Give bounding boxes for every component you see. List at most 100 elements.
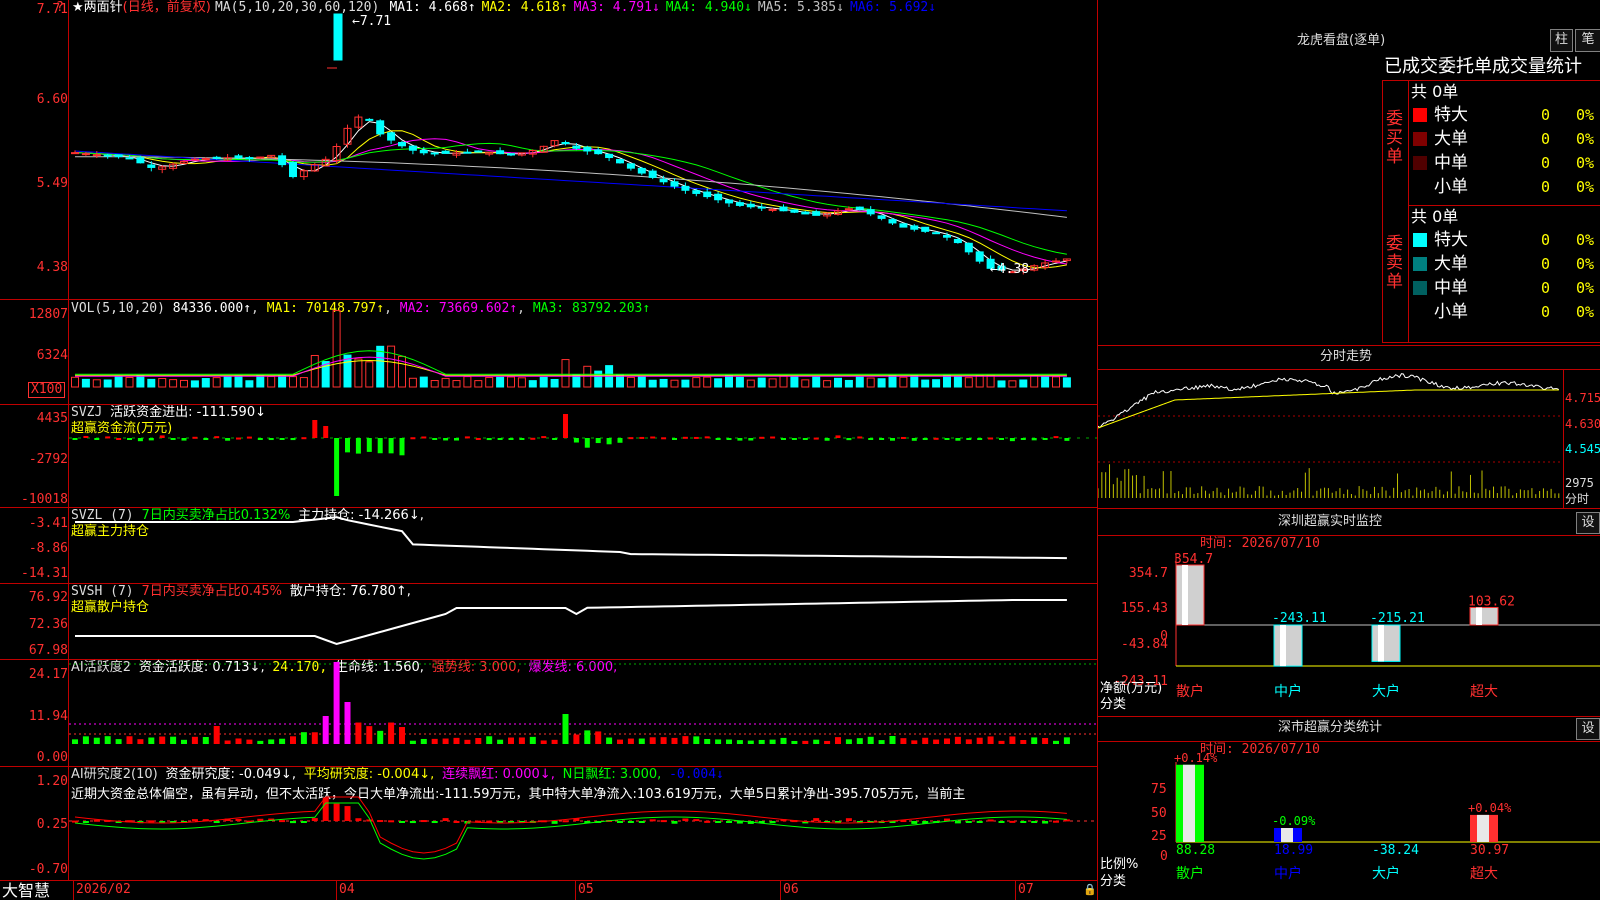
y-tick: -0.70 <box>28 862 68 877</box>
flow-bar <box>759 436 765 439</box>
classify-settings-button[interactable]: 设 <box>1576 718 1600 740</box>
research-bar <box>987 819 994 822</box>
flow-bar <box>584 438 590 448</box>
flow-bar <box>290 438 296 441</box>
buy-side-label: 委买单 <box>1386 109 1403 167</box>
y-tick: 4.38 <box>36 260 68 275</box>
monitor-bar-chart[interactable]: 354.7 散户 -243.11 中户 -215.21 大户 103.62 超大 <box>1098 536 1600 716</box>
flow-bar <box>257 438 263 440</box>
vol-unit-box[interactable]: X100 <box>28 382 66 398</box>
activity-bar <box>976 737 983 744</box>
volume-bar <box>888 375 897 388</box>
category-label: 超大 <box>1470 684 1498 700</box>
main-position-line[interactable] <box>69 508 1097 583</box>
activity-bar <box>802 740 809 744</box>
order-size-label: 特大 <box>1434 230 1468 250</box>
order-size-label: 小单 <box>1434 302 1468 322</box>
research-bar <box>148 820 155 823</box>
research-bar <box>562 820 569 823</box>
flow-bar <box>846 438 852 441</box>
research-bar <box>420 820 427 823</box>
order-size-label: 中单 <box>1434 153 1468 173</box>
volume-bars[interactable] <box>69 300 1097 404</box>
candle <box>114 154 123 158</box>
volume-bar <box>975 375 984 388</box>
volume-bar <box>943 374 951 388</box>
flow-bar <box>595 438 601 444</box>
volume-bar <box>648 379 657 388</box>
candle <box>866 209 875 215</box>
volume-bar <box>844 379 853 388</box>
volume-bar <box>528 380 537 388</box>
activity-bar <box>780 737 787 744</box>
research-bars[interactable] <box>69 767 1097 880</box>
research-bar <box>82 821 89 823</box>
flow-bar <box>497 438 503 440</box>
flow-bar <box>432 438 438 440</box>
activity-bar <box>1020 740 1027 744</box>
research-bar <box>431 821 438 824</box>
lock-icon[interactable]: 🔒 <box>1083 882 1097 898</box>
candle <box>376 120 385 135</box>
candle <box>932 232 941 235</box>
volume-bar <box>234 375 243 388</box>
flow-bar <box>105 436 111 439</box>
classify-bar-chart[interactable]: +0.14% 88.28 散户 -0.09% 18.99 中户 -38.24 大户 +0.04%… <box>1098 742 1600 900</box>
volume-bar <box>670 379 679 388</box>
flow-bar <box>530 437 536 440</box>
candle <box>125 157 134 160</box>
vol-ma-line <box>75 356 1067 377</box>
bar-highlight <box>1281 828 1293 842</box>
volume-bar <box>932 379 941 388</box>
candle <box>583 146 592 152</box>
order-count: 0 <box>1541 154 1551 172</box>
research-bar <box>333 803 340 821</box>
volume-bar <box>212 377 221 388</box>
candle <box>430 152 439 155</box>
research-bar <box>813 818 820 821</box>
research-line <box>74 802 1067 860</box>
category-label: 大户 <box>1372 865 1400 882</box>
activity-bar <box>747 740 754 744</box>
y-tick: 67.98 <box>28 643 68 658</box>
activity-bar <box>148 737 155 744</box>
vol-ma-line <box>75 360 1067 376</box>
candle <box>921 226 930 232</box>
candlestick-chart[interactable] <box>69 0 1097 299</box>
retail-position-line[interactable] <box>69 584 1097 659</box>
column-view-button[interactable]: 柱 <box>1550 29 1573 52</box>
flow-bar <box>639 436 645 439</box>
flow-bar <box>192 436 198 439</box>
flow-bar <box>682 436 688 439</box>
research-bar <box>322 797 329 821</box>
vol-label: 分时 <box>1565 492 1590 506</box>
order-count: 0 <box>1541 178 1551 196</box>
order-size-label: 小单 <box>1434 177 1468 197</box>
volume-bar <box>103 379 112 388</box>
order-count: 0 <box>1541 130 1551 148</box>
low-marker: ←4.38 <box>990 262 1030 277</box>
candle <box>626 163 635 169</box>
money-flow-bars[interactable] <box>69 405 1097 507</box>
candle <box>474 150 483 153</box>
tick-view-button[interactable]: 笔 <box>1575 29 1600 52</box>
research-bar <box>235 818 242 821</box>
category-label: 散户 <box>1176 683 1204 700</box>
candle <box>408 145 417 151</box>
flow-bar <box>857 436 863 439</box>
intraday-chart[interactable] <box>1098 370 1563 508</box>
activity-bar <box>562 714 569 744</box>
activity-bar <box>922 737 929 744</box>
order-pct: 0% <box>1576 154 1595 172</box>
candle <box>910 225 919 230</box>
volume-bar <box>365 361 374 388</box>
monitor-settings-button[interactable]: 设 <box>1576 512 1600 534</box>
color-swatch <box>1413 108 1427 122</box>
candle <box>681 185 690 191</box>
volume-bar <box>659 378 668 388</box>
candle <box>71 152 79 155</box>
activity-bars[interactable] <box>69 660 1097 766</box>
research-bar <box>649 819 656 822</box>
activity-bar <box>300 732 307 744</box>
candle <box>703 191 712 198</box>
